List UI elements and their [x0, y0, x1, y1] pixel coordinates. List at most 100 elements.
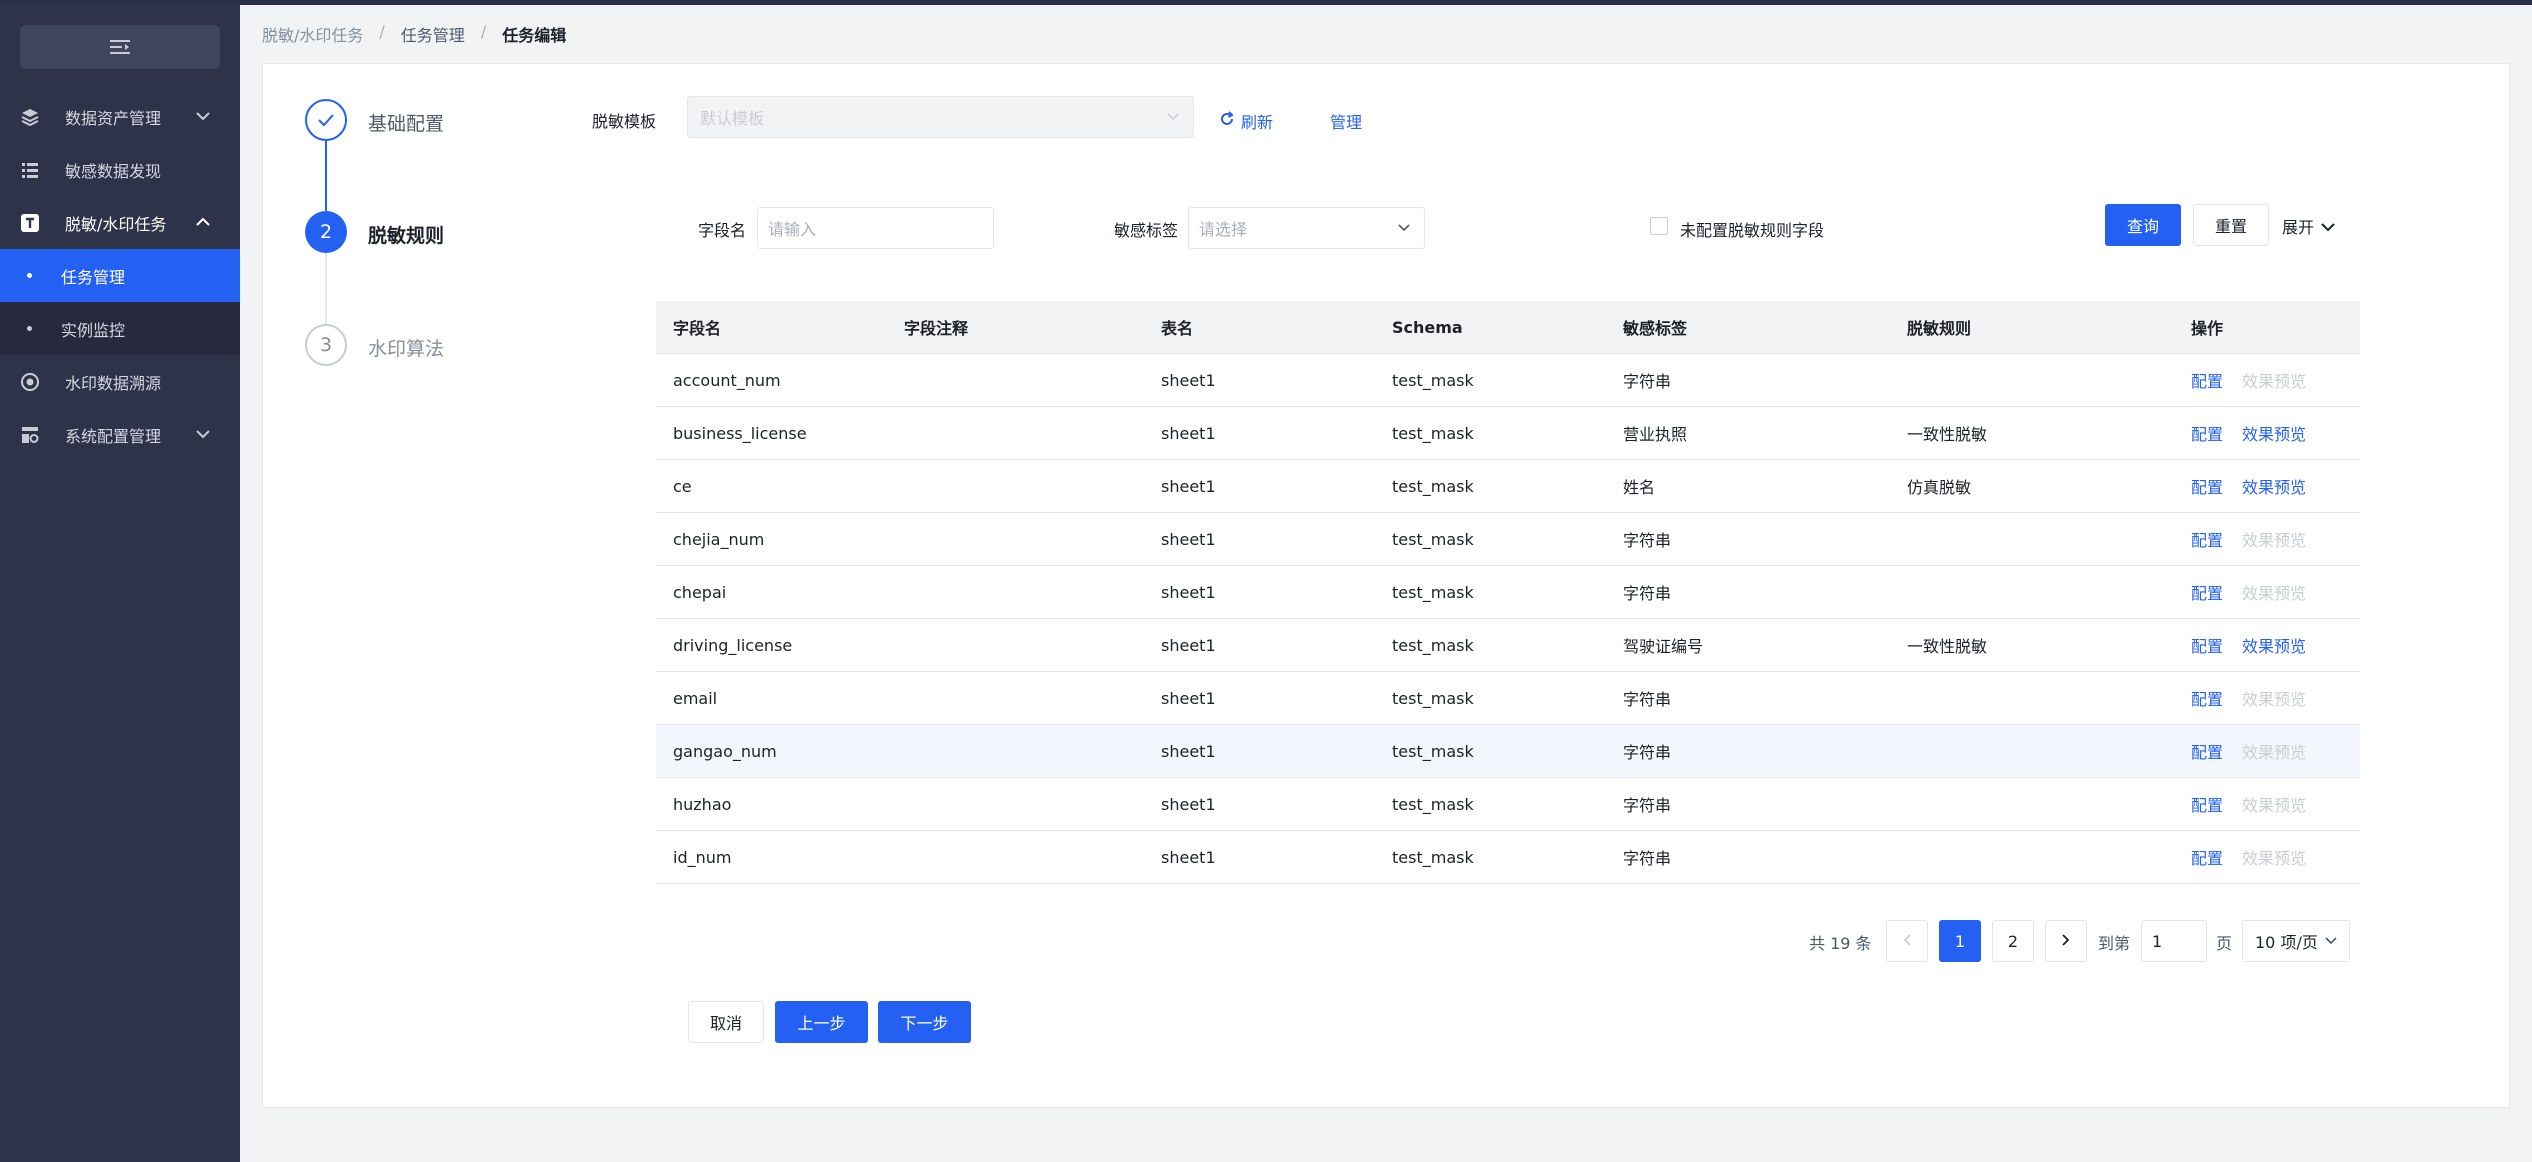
step-connector	[325, 141, 327, 211]
step-1-label: 基础配置	[368, 113, 445, 135]
query-button[interactable]: 查询	[2105, 204, 2181, 246]
table-cell-tag: 字符串	[1623, 743, 1672, 762]
preview-link: 效果预览	[2242, 849, 2307, 868]
sidebar-item-mask-watermark-tasks[interactable]: 脱敏/水印任务	[0, 196, 240, 249]
breadcrumb-item[interactable]: 脱敏/水印任务	[262, 22, 363, 46]
preview-link: 效果预览	[2242, 690, 2307, 709]
column-header: 字段名	[673, 319, 722, 338]
sidebar-item-sensitive-discovery[interactable]: 敏感数据发现	[0, 143, 240, 196]
sidebar-item-task-management[interactable]: 任务管理	[0, 249, 240, 302]
table-cell-table: sheet1	[1161, 688, 1216, 708]
preview-link[interactable]: 效果预览	[2242, 474, 2306, 498]
table-cell-table: sheet1	[1161, 582, 1216, 602]
field-name-input[interactable]: 请输入	[757, 207, 994, 249]
breadcrumb-item[interactable]: 任务管理	[401, 22, 465, 46]
text-t-icon	[18, 211, 42, 235]
chevron-right-icon	[2061, 932, 2071, 951]
sidebar: 数据资产管理 敏感数据发现 脱敏/水印任务 任务管理 实例监控 水印数据溯源 系…	[0, 5, 240, 1162]
page-button-1[interactable]: 1	[1939, 920, 1981, 962]
cancel-button[interactable]: 取消	[688, 1001, 764, 1043]
sensitive-tag-select[interactable]: 请选择	[1188, 207, 1425, 249]
config-link[interactable]: 配置	[2191, 845, 2223, 869]
breadcrumb-separator: /	[379, 22, 385, 41]
table-cell-table: sheet1	[1161, 476, 1216, 496]
chevron-down-icon	[2320, 217, 2336, 236]
preview-link: 效果预览	[2242, 743, 2307, 762]
table-row: account_num sheet1 test_mask 字符串 配置 效果预览	[656, 354, 2360, 407]
preview-link: 效果预览	[2242, 796, 2307, 815]
template-label: 脱敏模板	[592, 112, 657, 131]
table-row: email sheet1 test_mask 字符串 配置 效果预览	[656, 672, 2360, 725]
table-cell-tag: 字符串	[1623, 584, 1672, 603]
table-cell-field: ce	[673, 476, 692, 496]
column-header: 字段注释	[904, 319, 969, 338]
next-step-button[interactable]: 下一步	[878, 1001, 971, 1043]
list-icon	[18, 158, 42, 182]
config-link[interactable]: 配置	[2191, 739, 2223, 763]
menu-fold-icon[interactable]	[20, 25, 220, 69]
table-cell-schema: test_mask	[1392, 529, 1474, 549]
config-link[interactable]: 配置	[2191, 368, 2223, 392]
preview-link[interactable]: 效果预览	[2242, 633, 2306, 657]
table-cell-table: sheet1	[1161, 529, 1216, 549]
table-cell-schema: test_mask	[1392, 582, 1474, 602]
table-cell-table: sheet1	[1161, 423, 1216, 443]
sidebar-item-label: 脱敏/水印任务	[65, 214, 167, 234]
table-header: 字段名 字段注释 表名 Schema 敏感标签 脱敏规则 操作	[656, 301, 2360, 354]
sidebar-item-system-config[interactable]: 系统配置管理	[0, 408, 240, 461]
field-name-placeholder: 请输入	[768, 220, 817, 239]
reset-button[interactable]: 重置	[2193, 204, 2269, 246]
table-row: ce sheet1 test_mask 姓名 仿真脱敏 配置 效果预览	[656, 460, 2360, 513]
refresh-icon	[1219, 111, 1235, 131]
unconfigured-checkbox[interactable]	[1650, 217, 1668, 235]
sidebar-item-watermark-trace[interactable]: 水印数据溯源	[0, 355, 240, 408]
table-cell-table: sheet1	[1161, 794, 1216, 814]
table-row: chejia_num sheet1 test_mask 字符串 配置 效果预览	[656, 513, 2360, 566]
chevron-down-icon	[196, 427, 210, 443]
sidebar-item-instance-monitor[interactable]: 实例监控	[0, 302, 240, 355]
table-cell-schema: test_mask	[1392, 423, 1474, 443]
config-link[interactable]: 配置	[2191, 474, 2223, 498]
table-cell-table: sheet1	[1161, 635, 1216, 655]
sensitive-tag-placeholder: 请选择	[1199, 220, 1248, 239]
table-cell-field: chejia_num	[673, 529, 765, 549]
sidebar-item-label: 任务管理	[61, 267, 126, 287]
goto-page-input[interactable]: 1	[2141, 920, 2207, 962]
chevron-left-icon	[1902, 932, 1912, 951]
prev-step-button[interactable]: 上一步	[775, 1001, 868, 1043]
pagination-total: 共 19 条	[1809, 934, 1872, 953]
table-row: huzhao sheet1 test_mask 字符串 配置 效果预览	[656, 778, 2360, 831]
prev-page-button[interactable]	[1886, 920, 1928, 962]
page-unit-label: 页	[2216, 934, 2233, 953]
field-name-label: 字段名	[698, 221, 747, 240]
config-link[interactable]: 配置	[2191, 686, 2223, 710]
step-2-label: 脱敏规则	[368, 225, 445, 247]
table-cell-schema: test_mask	[1392, 688, 1474, 708]
table-cell-table: sheet1	[1161, 847, 1216, 867]
step-done-check-icon	[305, 99, 347, 141]
config-link[interactable]: 配置	[2191, 633, 2223, 657]
config-link[interactable]: 配置	[2191, 792, 2223, 816]
table-cell-schema: test_mask	[1392, 635, 1474, 655]
column-header: 敏感标签	[1623, 319, 1688, 338]
table-cell-rule: 一致性脱敏	[1907, 637, 1988, 656]
sidebar-item-label: 敏感数据发现	[65, 161, 162, 181]
sidebar-item-data-assets[interactable]: 数据资产管理	[0, 90, 240, 143]
config-link[interactable]: 配置	[2191, 421, 2223, 445]
page-button-2[interactable]: 2	[1992, 920, 2034, 962]
breadcrumb-separator: /	[480, 22, 487, 41]
table-cell-schema: test_mask	[1392, 794, 1474, 814]
next-page-button[interactable]	[2045, 920, 2087, 962]
step-connector	[325, 253, 327, 324]
sidebar-item-label: 水印数据溯源	[65, 373, 162, 393]
preview-link[interactable]: 效果预览	[2242, 421, 2306, 445]
manage-link[interactable]: 管理	[1330, 109, 1362, 133]
table-cell-field: chepai	[673, 582, 727, 602]
step-3-label: 水印算法	[368, 338, 445, 360]
config-link[interactable]: 配置	[2191, 580, 2223, 604]
refresh-button[interactable]: 刷新	[1219, 109, 1273, 133]
expand-button[interactable]: 展开	[2282, 214, 2336, 238]
page-size-select[interactable]: 10 项/页	[2242, 920, 2350, 962]
table-cell-rule: 仿真脱敏	[1907, 478, 1972, 497]
config-link[interactable]: 配置	[2191, 527, 2223, 551]
